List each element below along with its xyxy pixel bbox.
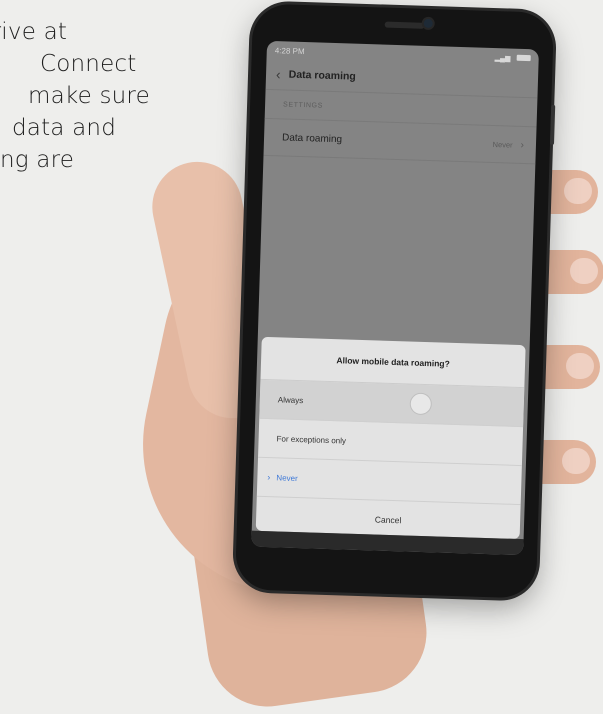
data-roaming-setting-row[interactable]: Data roaming Never ›	[263, 118, 537, 165]
intro-line-2: Connect	[40, 51, 137, 77]
earpiece	[384, 21, 425, 29]
intro-line-1: rrive at	[0, 19, 68, 45]
fingernail	[570, 258, 598, 284]
intro-line-5: ng are	[0, 147, 75, 173]
status-time: 4:28 PM	[274, 45, 305, 56]
signal-icon: ▂▄▆	[494, 54, 511, 63]
option-always-label: Always	[277, 394, 304, 405]
option-exceptions-label: For exceptions only	[276, 433, 347, 446]
fingernail	[564, 178, 592, 204]
touch-ripple	[409, 392, 433, 416]
front-camera-icon	[423, 18, 433, 29]
battery-icon	[516, 55, 531, 62]
intro-line-4: data and	[12, 115, 116, 141]
back-arrow-icon[interactable]: ‹	[276, 66, 281, 82]
page-title: Data roaming	[288, 68, 356, 83]
chevron-right-icon: ›	[520, 139, 525, 151]
option-never-label: Never	[276, 472, 298, 483]
intro-text: rrive at Connect make sure data and ng a…	[0, 16, 180, 176]
check-chevron-icon: ›	[267, 472, 271, 483]
smartphone: 4:28 PM ▂▄▆ ‹ Data roaming SETTINGS Data…	[234, 3, 556, 599]
setting-label: Data roaming	[281, 131, 343, 145]
phone-screen: 4:28 PM ▂▄▆ ‹ Data roaming SETTINGS Data…	[251, 40, 539, 556]
roaming-dialog: Allow mobile data roaming? Always For ex…	[255, 336, 526, 540]
intro-line-3: make sure	[28, 83, 150, 109]
side-button	[549, 104, 556, 145]
setting-value-text: Never	[492, 139, 513, 150]
status-icons: ▂▄▆	[495, 53, 531, 63]
setting-value: Never ›	[492, 139, 525, 151]
fingernail	[562, 448, 590, 474]
fingernail	[566, 353, 594, 379]
option-never[interactable]: › Never	[256, 457, 522, 506]
